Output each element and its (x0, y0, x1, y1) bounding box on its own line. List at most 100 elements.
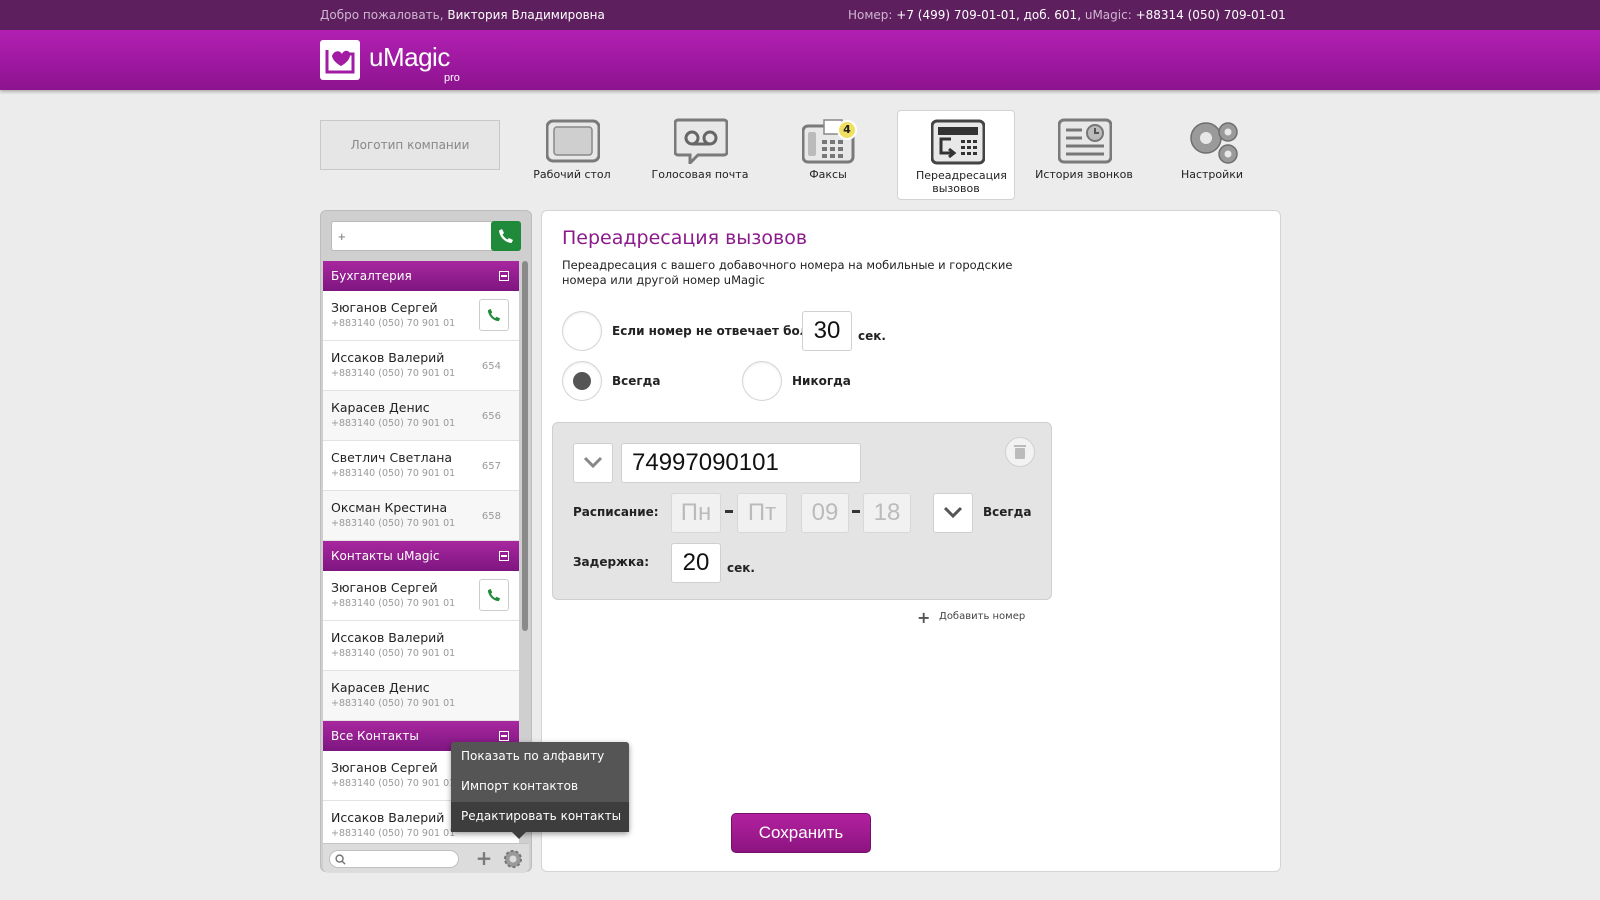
schedule-mode-label: Всегда (983, 505, 1032, 519)
contact-phone: +883140 (050) 70 901 01 (331, 648, 456, 659)
schedule-day-from[interactable]: Пн (671, 493, 721, 533)
delete-number-button[interactable] (1005, 437, 1035, 467)
radio-no-answer-label: Если номер не отвечает более (612, 324, 825, 338)
menu-pointer (512, 832, 526, 839)
desktop-icon (546, 119, 600, 163)
brand-bar: uMagic pro (0, 30, 1600, 90)
contact-phone: +883140 (050) 70 901 01 (331, 368, 456, 379)
schedule-hour-to[interactable]: 18 (863, 493, 911, 533)
menu-item-import-contacts[interactable]: Импорт контактов (451, 772, 629, 802)
contact-phone: +883140 (050) 70 901 01 (331, 468, 456, 479)
dash (725, 510, 733, 513)
group-name: Бухгалтерия (331, 269, 412, 283)
nav-voicemail-label: Голосовая почта (651, 168, 749, 181)
nav-call-history[interactable]: История звонков (1025, 110, 1143, 200)
contact-name: Иссаков Валерий (331, 630, 445, 645)
contact-phone: +883140 (050) 70 901 01 (331, 778, 456, 789)
nav-desktop[interactable]: Рабочий стол (513, 110, 631, 200)
user-name: Виктория Владимировна (447, 8, 605, 22)
add-contact-icon[interactable]: + (473, 848, 495, 870)
company-logo-placeholder[interactable]: Логотип компании (320, 120, 500, 170)
contact-name: Карасев Денис (331, 680, 430, 695)
contact-name: Оксман Крестина (331, 500, 448, 515)
radio-no-answer[interactable] (562, 311, 602, 351)
dial-input[interactable] (332, 222, 492, 250)
collapse-icon[interactable] (499, 271, 509, 281)
group-header[interactable]: Контакты uMagic (323, 541, 519, 571)
page-title: Переадресация вызовов (562, 227, 808, 249)
delay-seconds-input[interactable]: 20 (671, 543, 721, 583)
schedule-hour-from[interactable]: 09 (801, 493, 849, 533)
contact-item[interactable]: Зюганов Сергей +883140 (050) 70 901 01 (323, 291, 519, 341)
menu-item-edit-contacts[interactable]: Редактировать контакты (451, 802, 629, 832)
contact-ext: 656 (481, 411, 501, 422)
contact-item[interactable]: Оксман Крестина +883140 (050) 70 901 01 65… (323, 491, 519, 541)
nav-call-forward-label: Переадресация вызовов (916, 169, 1007, 195)
phone-icon (487, 308, 501, 322)
phone-info: Номер: +7 (499) 709-01-01, доб. 601, uMa… (848, 8, 1286, 22)
call-history-icon (1058, 118, 1112, 164)
contact-call-button[interactable] (479, 299, 509, 331)
number-value: +7 (499) 709-01-01, доб. 601, (896, 8, 1082, 22)
add-number-link[interactable]: + Добавить номер (917, 608, 1026, 627)
contact-item[interactable]: Иссаков Валерий +883140 (050) 70 901 01 65… (323, 341, 519, 391)
umagic-logo-icon[interactable] (320, 40, 360, 80)
seconds-label: сек. (858, 329, 886, 343)
schedule-day-to[interactable]: Пт (737, 493, 787, 533)
contact-name: Зюганов Сергей (331, 300, 438, 315)
nav-fax[interactable]: 4 Факсы (769, 110, 887, 200)
gear-icon[interactable] (501, 847, 525, 871)
contact-name: Зюганов Сергей (331, 760, 438, 775)
save-button[interactable]: Сохранить (731, 813, 871, 853)
contact-item[interactable]: Зюганов Сергей +883140 (050) 70 901 01 (323, 571, 519, 621)
add-number-label: Добавить номер (939, 611, 1026, 622)
contacts-scrollbar[interactable] (522, 261, 528, 631)
collapse-icon[interactable] (499, 731, 509, 741)
contact-item[interactable]: Светлич Светлана +883140 (050) 70 901 01 6… (323, 441, 519, 491)
number-label: Номер: (848, 8, 893, 22)
brand-name: uMagic (369, 42, 450, 72)
collapse-icon[interactable] (499, 551, 509, 561)
contact-item[interactable]: Иссаков Валерий +883140 (050) 70 901 01 (323, 621, 519, 671)
schedule-mode-dropdown[interactable] (933, 493, 973, 533)
radio-never[interactable] (742, 361, 782, 401)
contact-phone: +883140 (050) 70 901 01 (331, 698, 456, 709)
contact-name: Светлич Светлана (331, 450, 453, 465)
contacts-context-menu: Показать по алфавиту Импорт контактов Ре… (451, 742, 629, 839)
brand-suffix: pro (444, 72, 460, 84)
contact-search-input[interactable] (348, 852, 453, 866)
settings-icon (1190, 122, 1238, 164)
contact-ext: 654 (481, 361, 501, 372)
nav-fax-label: Факсы (809, 168, 847, 181)
plus-icon: + (917, 608, 931, 627)
nav-call-forward[interactable]: Переадресация вызовов (897, 110, 1015, 200)
radio-always-label: Всегда (612, 374, 661, 388)
sidebar-toolbar: + (323, 843, 529, 873)
contact-name: Иссаков Валерий (331, 810, 445, 825)
call-forward-panel: Переадресация вызовов Переадресация с ва… (541, 210, 1281, 872)
contact-item[interactable]: Карасев Денис +883140 (050) 70 901 01 656 (323, 391, 519, 441)
radio-always[interactable] (562, 361, 602, 401)
no-answer-seconds-input[interactable]: 30 (802, 311, 852, 351)
number-type-dropdown[interactable] (573, 443, 613, 483)
radio-selected-dot (573, 372, 591, 390)
menu-item-sort-alphabet[interactable]: Показать по алфавиту (451, 742, 629, 772)
nav-desktop-label: Рабочий стол (533, 168, 611, 181)
group-header[interactable]: Бухгалтерия (323, 261, 519, 291)
welcome-text: Добро пожаловать, Виктория Владимировна (320, 8, 605, 22)
forward-number-input[interactable]: 74997090101 (621, 443, 861, 483)
contact-phone: +883140 (050) 70 901 01 (331, 418, 456, 429)
nav-voicemail[interactable]: Голосовая почта (641, 110, 759, 200)
contact-call-button[interactable] (479, 579, 509, 611)
delay-seconds-label: сек. (727, 561, 755, 575)
dial-call-button[interactable] (491, 221, 521, 251)
top-bar: Добро пожаловать, Виктория Владимировна … (0, 0, 1600, 30)
contact-item[interactable]: Карасев Денис +883140 (050) 70 901 01 (323, 671, 519, 721)
chevron-down-icon (583, 456, 603, 469)
delay-label: Задержка: (573, 555, 650, 569)
dash (852, 510, 860, 513)
nav-settings[interactable]: Настройки (1153, 110, 1271, 200)
umagic-value: +88314 (050) 709-01-01 (1135, 8, 1286, 22)
page-description: Переадресация с вашего добавочного номер… (562, 258, 1013, 287)
voicemail-icon (674, 118, 728, 164)
